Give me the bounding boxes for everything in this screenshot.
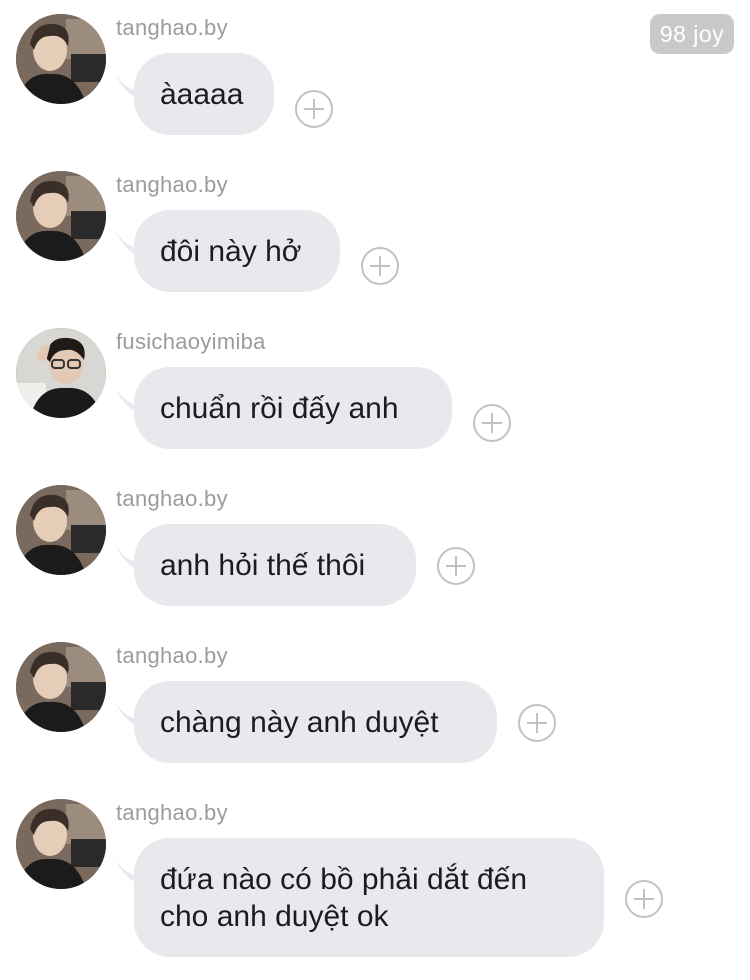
avatar[interactable]: [16, 485, 106, 575]
add-reaction-icon[interactable]: [361, 247, 399, 285]
avatar-tanghao-image: [16, 171, 106, 261]
avatar[interactable]: [16, 328, 106, 418]
add-reaction-icon[interactable]: [295, 90, 333, 128]
avatar[interactable]: [16, 171, 106, 261]
sender-name: tanghao.by: [116, 643, 228, 668]
avatar-tanghao-image: [16, 642, 106, 732]
sender-name: tanghao.by: [116, 800, 228, 825]
avatar-tanghao-image: [16, 799, 106, 889]
message-bubble[interactable]: àaaaa: [134, 53, 274, 135]
sender-name: tanghao.by: [116, 15, 228, 40]
add-reaction-icon[interactable]: [518, 704, 556, 742]
add-reaction-icon[interactable]: [625, 880, 663, 918]
avatar[interactable]: [16, 799, 106, 889]
add-reaction-icon[interactable]: [437, 547, 475, 585]
sender-name: fusichaoyimiba: [116, 329, 266, 354]
avatar-tanghao-image: [16, 485, 106, 575]
sender-name: tanghao.by: [116, 172, 228, 197]
avatar-tanghao-image: [16, 14, 106, 104]
add-reaction-icon[interactable]: [473, 404, 511, 442]
message-bubble[interactable]: đứa nào có bồ phải dắt đến cho anh duyệt…: [134, 838, 604, 957]
message-bubble[interactable]: đôi này hở: [134, 210, 340, 292]
avatar-fusichaoyimiba-image: [16, 328, 106, 418]
watermark-badge: 98 joy: [650, 14, 734, 54]
message-bubble[interactable]: chuẩn rồi đấy anh: [134, 367, 452, 449]
sender-name: tanghao.by: [116, 486, 228, 511]
message-bubble[interactable]: anh hỏi thế thôi: [134, 524, 416, 606]
avatar[interactable]: [16, 14, 106, 104]
avatar[interactable]: [16, 642, 106, 732]
message-bubble[interactable]: chàng này anh duyệt: [134, 681, 497, 763]
